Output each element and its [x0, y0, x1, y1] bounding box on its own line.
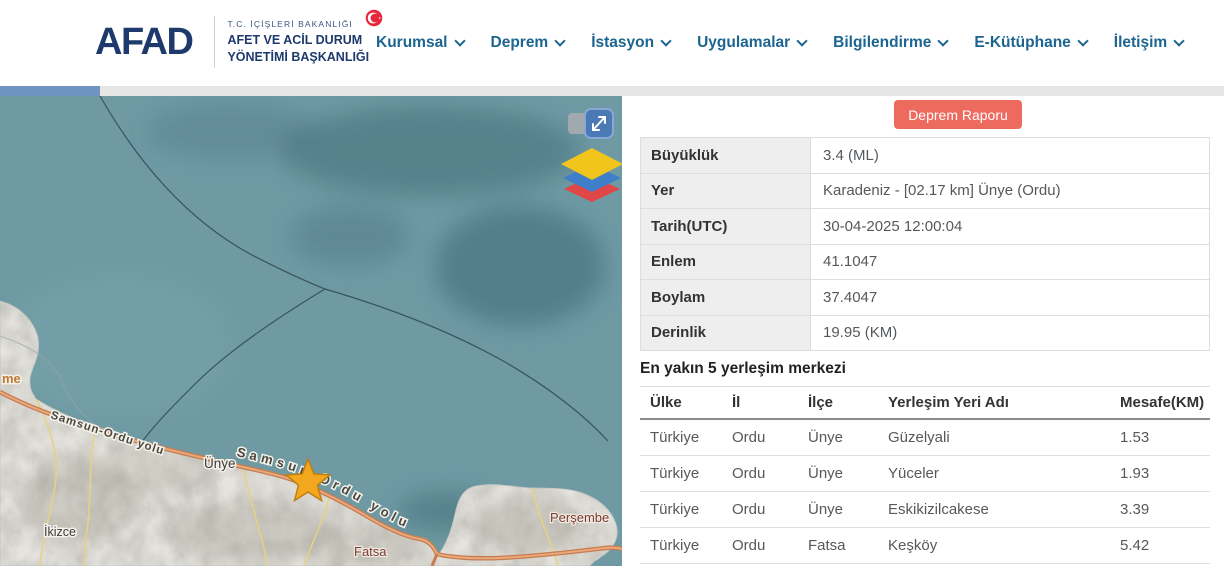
ministry-line: T.C. İÇİŞLERİ BAKANLIĞI — [227, 19, 369, 29]
table-header-row: Ülke İl İlçe Yerleşim Yeri Adı Mesafe(KM… — [640, 386, 1210, 420]
nav-item-bilgilendirme[interactable]: Bilgilendirme — [833, 34, 947, 52]
header: AFAD T.C. İÇİŞLERİ BAKANLIĞI AFET VE ACİ… — [0, 0, 1224, 86]
chevron-down-icon — [1077, 35, 1088, 46]
row-label: Derinlik — [641, 316, 811, 351]
logo-org-text: T.C. İÇİŞLERİ BAKANLIĞI AFET VE ACİL DUR… — [227, 19, 369, 65]
chevron-down-icon — [454, 35, 465, 46]
chevron-down-icon — [555, 35, 566, 46]
column-header: Ülke — [640, 394, 732, 411]
table-row: Boylam 37.4047 — [641, 280, 1209, 316]
city-label-persembe: Perşembe — [550, 510, 609, 525]
row-value: 30-04-2025 12:00:04 — [811, 209, 1209, 244]
nav-item-ekutuphane[interactable]: E-Kütüphane — [974, 34, 1086, 52]
earthquake-report-button[interactable]: Deprem Raporu — [894, 100, 1022, 129]
table-row: Yer Karadeniz - [02.17 km] Ünye (Ordu) — [641, 174, 1209, 210]
column-header: İlçe — [808, 394, 888, 411]
logo-divider — [214, 16, 215, 68]
edge-partial-label: me — [2, 371, 21, 386]
chevron-down-icon — [796, 35, 807, 46]
table-row: Tarih(UTC) 30-04-2025 12:00:04 — [641, 209, 1209, 245]
city-label-unye: Ünye — [204, 456, 236, 471]
table-row: Türkiye Ordu Ünye Güzelyali 1.53 — [640, 420, 1210, 456]
column-header: Mesafe(KM) — [1120, 394, 1210, 411]
table-row: Türkiye Ordu Ünye Eskikizilcakese 3.39 — [640, 492, 1210, 528]
scrollbar-thumb[interactable] — [0, 86, 100, 96]
row-label: Boylam — [641, 280, 811, 315]
table-row: Türkiye Ordu Ünye Yüceler 1.93 — [640, 456, 1210, 492]
earthquake-detail-table: Büyüklük 3.4 (ML) Yer Karadeniz - [02.17… — [640, 137, 1210, 351]
afad-logo[interactable]: AFAD T.C. İÇİŞLERİ BAKANLIĞI AFET VE ACİ… — [95, 16, 369, 68]
nav-item-deprem[interactable]: Deprem — [491, 34, 565, 52]
table-row: Enlem 41.1047 — [641, 245, 1209, 281]
table-row: Derinlik 19.95 (KM) — [641, 316, 1209, 352]
row-value: 37.4047 — [811, 280, 1209, 315]
afad-earthquake-detail-page: AFAD T.C. İÇİŞLERİ BAKANLIĞI AFET VE ACİ… — [0, 0, 1224, 566]
chevron-down-icon — [1174, 35, 1185, 46]
row-value: 19.95 (KM) — [811, 316, 1209, 351]
city-label-fatsa: Fatsa — [354, 544, 387, 559]
nav-item-kurumsal[interactable]: Kurumsal — [376, 34, 464, 52]
row-value: 41.1047 — [811, 245, 1209, 280]
nav-item-iletisim[interactable]: İletişim — [1114, 34, 1183, 52]
row-label: Yer — [641, 174, 811, 209]
chevron-down-icon — [660, 35, 671, 46]
column-header: Yerleşim Yeri Adı — [888, 394, 1120, 411]
column-header: İl — [732, 394, 808, 411]
row-label: Tarih(UTC) — [641, 209, 811, 244]
detail-panel: Deprem Raporu Büyüklük 3.4 (ML) Yer Kara… — [622, 96, 1224, 566]
row-label: Enlem — [641, 245, 811, 280]
row-value: 3.4 (ML) — [811, 138, 1209, 173]
org-line2: YÖNETİMİ BAŞKANLIĞI — [227, 49, 369, 65]
map[interactable]: Samsun-Ordu yolu Samsun-Ordu yolu me Üny… — [0, 96, 622, 566]
city-label-ikizce: İkizce — [44, 525, 76, 539]
table-row: Türkiye Ordu Fatsa Keşköy 5.42 — [640, 528, 1210, 564]
nearest-settlements-table: Ülke İl İlçe Yerleşim Yeri Adı Mesafe(KM… — [640, 386, 1210, 564]
nav-item-istasyon[interactable]: İstasyon — [591, 34, 670, 52]
nearest-settlements-title: En yakın 5 yerleşim merkezi — [640, 360, 846, 378]
row-label: Büyüklük — [641, 138, 811, 173]
org-line1: AFET VE ACİL DURUM — [227, 32, 369, 48]
expand-button[interactable] — [585, 109, 613, 138]
nav-item-uygulamalar[interactable]: Uygulamalar — [697, 34, 806, 52]
afad-brand-text: AFAD — [95, 23, 192, 61]
main-nav: Kurumsal Deprem İstasyon Uygulamalar Bil… — [376, 0, 1183, 86]
horizontal-scrollbar[interactable] — [0, 86, 1224, 96]
map-canvas: Samsun-Ordu yolu Samsun-Ordu yolu me Üny… — [0, 96, 622, 566]
chevron-down-icon — [938, 35, 949, 46]
table-row: Büyüklük 3.4 (ML) — [641, 138, 1209, 174]
row-value: Karadeniz - [02.17 km] Ünye (Ordu) — [811, 174, 1209, 209]
